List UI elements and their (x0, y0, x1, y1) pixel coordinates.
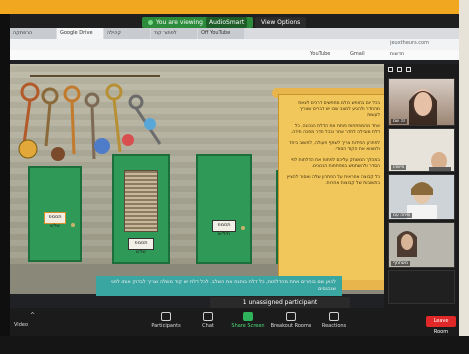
breakout-rooms-button[interactable]: Breakout Rooms (268, 312, 314, 329)
share-screen-button[interactable]: Share Screen (228, 312, 268, 329)
browser-tab[interactable]: קהילה (104, 28, 150, 39)
participant-tile[interactable]: משתתף (388, 222, 455, 268)
door-knob (71, 223, 75, 227)
door-3[interactable]: תסמפ תיליש (196, 154, 252, 264)
participant-name: משתתף (391, 261, 411, 266)
browser-tab[interactable]: הרפתקה (10, 28, 56, 39)
participant-name: שיחה עם (391, 213, 413, 218)
scroll-paragraph: לפתרון החידות צריך לשתף פעולה, לחשוב ביח… (289, 141, 380, 152)
share-screen-icon (243, 312, 253, 321)
scene-caption: לכאן שם בוחרים אחת מהדלתות, כל דלת בוחנת… (96, 276, 342, 296)
participant-tile[interactable] (388, 270, 455, 304)
door-knob (241, 226, 245, 230)
instructions-scroll: בכל יום בחופש כולם מחפשים דרכים לצאת מהח… (278, 94, 388, 284)
scroll-paragraph: בכל יום בחופש כולם מחפשים דרכים לצאת מהח… (298, 101, 380, 118)
grid-icon[interactable] (406, 67, 411, 72)
bookmark-item[interactable]: YouTube (310, 51, 330, 57)
sharer-name: AudioSmart (205, 17, 248, 28)
escape-room-scene: תסמפ שלש תסמפ שלש תסמפ תיליש בכל יום בחו… (10, 64, 394, 294)
scroll-paragraph: כל קבוצה אחראית על הפתרון שלה ואסור להצי… (286, 175, 380, 186)
participant-tile[interactable]: שיחה עם (388, 174, 455, 220)
participant-gallery: זה שם מישהו שיחה עם משתתף (384, 64, 459, 308)
address-bar[interactable]: jeuxtheurs.com (10, 39, 459, 50)
participant-name: מישהו (391, 165, 407, 170)
zoom-toolbar: ^ Video Participants Chat Share Screen B… (10, 308, 459, 336)
participant-name: זה שם (391, 119, 408, 124)
participants-label: Participants (151, 323, 181, 329)
participants-icon (161, 312, 171, 321)
vent (124, 170, 158, 232)
viewing-banner: You are viewing AudioSmart (142, 17, 254, 28)
door-label: תסמפ תיליש (212, 220, 236, 237)
door-1[interactable]: תסמפ שלש (28, 166, 82, 262)
breakout-rooms-label: Breakout Rooms (270, 323, 312, 329)
bookmarks-bar: YouTube Gmail חדשות (10, 50, 459, 60)
participants-button[interactable]: Participants (146, 312, 186, 329)
chat-icon (203, 312, 213, 321)
browser-tab[interactable]: לפתור קוד (151, 28, 197, 39)
background-edge (0, 0, 469, 14)
url-text: jeuxtheurs.com (390, 40, 429, 46)
participant-tile[interactable]: זה שם (388, 78, 455, 126)
grid-icon[interactable] (388, 67, 393, 72)
chat-label: Chat (202, 323, 214, 329)
viewing-text: You are viewing (156, 19, 203, 26)
scroll-paragraph: במהלך המשחק עליכם לפתוח את הדלתות לפי הס… (290, 158, 380, 169)
zoom-top-bar: You are viewing AudioSmart View Options (10, 14, 459, 28)
reactions-icon (329, 312, 339, 321)
chevron-up-icon[interactable]: ^ (30, 312, 35, 319)
background-wall (459, 0, 469, 354)
browser-tab[interactable]: Off YouTube (198, 28, 244, 39)
chat-button[interactable]: Chat (188, 312, 228, 329)
video-button[interactable]: Video (14, 322, 28, 328)
reactions-button[interactable]: Reactions (314, 312, 354, 329)
grid-icon[interactable] (397, 67, 402, 72)
bookmark-item[interactable]: חדשות (390, 51, 404, 57)
browser-tab[interactable]: Google Drive (57, 28, 103, 39)
door-label: תסמפ שלש (44, 212, 66, 229)
participant-tile[interactable]: מישהו (388, 128, 455, 172)
leave-room-button[interactable]: Leave Room (426, 316, 456, 335)
unassigned-participant-notice[interactable]: 1 unassigned participant (210, 297, 350, 308)
browser-tab-strip: הרפתקה Google Drive קהילה לפתור קוד Off … (10, 28, 459, 39)
breakout-icon (286, 312, 296, 321)
reactions-label: Reactions (321, 323, 347, 329)
screen-share-icon (148, 20, 153, 25)
door-2[interactable]: תסמפ שלש (112, 154, 170, 264)
bookmark-item[interactable]: Gmail (350, 51, 365, 57)
view-options-button[interactable]: View Options (255, 17, 307, 28)
gallery-controls (384, 64, 459, 76)
monitor-bezel (0, 336, 469, 354)
monitor-screen: You are viewing AudioSmart View Options … (10, 14, 459, 336)
share-screen-label: Share Screen (231, 323, 265, 329)
door-label: תסמפ שלש (128, 238, 154, 255)
scroll-paragraph: אחד מהמפתחות פותח את הדלת הנכונה. כל דלת… (290, 124, 380, 135)
